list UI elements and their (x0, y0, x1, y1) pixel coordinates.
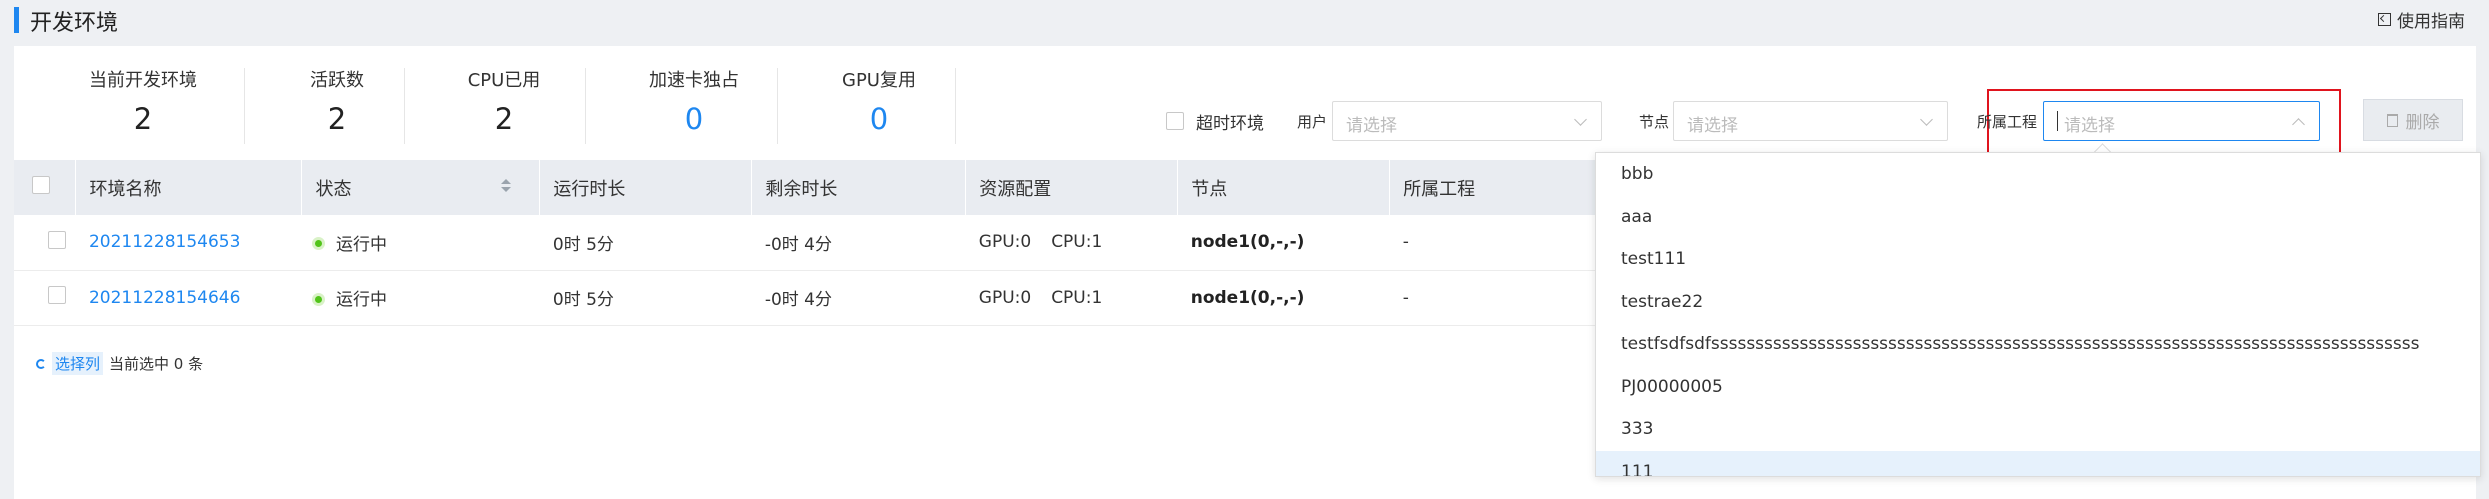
timeout-filter[interactable]: 超时环境 (1166, 101, 1264, 141)
timeout-checkbox[interactable] (1166, 112, 1184, 130)
stat-value: 0 (869, 102, 889, 136)
col-header-run-time: 运行时长 (539, 160, 753, 215)
stat-divider (777, 68, 778, 144)
stat-divider (244, 68, 245, 144)
row-checkbox[interactable] (48, 286, 66, 304)
stat-current-env: 当前开发环境 2 (60, 66, 226, 136)
node-cell: node1(0,-,-) (1177, 270, 1390, 326)
run-time-cell: 0时 5分 (539, 215, 752, 271)
status-cell: 运行中 (301, 270, 540, 326)
user-select[interactable]: 请选择 (1332, 101, 1602, 141)
project-dropdown-menu: bbb aaa test111 testrae22 testfsdfsdfsss… (1595, 152, 2481, 477)
stat-label: GPU复用 (842, 70, 916, 91)
dropdown-option[interactable]: aaa (1596, 196, 2480, 239)
stat-active: 活跃数 2 (282, 66, 392, 136)
stat-divider (585, 68, 586, 144)
text-cursor (2057, 111, 2058, 131)
select-columns-link[interactable]: 选择列 (52, 352, 104, 375)
status-dot-icon (314, 240, 322, 248)
stat-divider (955, 68, 956, 144)
env-name-link[interactable]: 20211228154646 (75, 270, 302, 326)
status-dot-icon (314, 295, 322, 303)
refresh-icon[interactable] (36, 358, 46, 369)
stat-value: 2 (327, 102, 347, 136)
stat-value: 2 (133, 102, 153, 136)
title-accent-bar (14, 7, 19, 33)
page-header: 开发环境 使用指南 (0, 0, 2489, 40)
chevron-up-icon (2292, 118, 2305, 131)
stat-value: 2 (494, 102, 514, 136)
col-header-status[interactable]: 状态 (301, 160, 541, 215)
node-select[interactable]: 请选择 (1673, 101, 1948, 141)
delete-button[interactable]: 删除 (2363, 99, 2463, 141)
row-select[interactable] (14, 270, 76, 326)
status-cell: 运行中 (301, 215, 540, 271)
project-filter-label-wrap: 所属工程 (1977, 101, 2037, 141)
stat-label: 当前开发环境 (89, 70, 197, 91)
select-all-checkbox[interactable] (32, 176, 50, 194)
dropdown-option[interactable]: testfsdfsdfsssssssssssssssssssssssssssss… (1596, 323, 2480, 366)
chevron-down-icon (1920, 113, 1933, 126)
env-name-link[interactable]: 20211228154653 (75, 215, 302, 271)
stat-accel-exclusive: 加速卡独占 0 (614, 66, 774, 136)
stat-value: 0 (684, 102, 704, 136)
stat-label: CPU已用 (467, 70, 541, 91)
node-cell: node1(0,-,-) (1177, 215, 1390, 271)
resource-cell: GPU:0 CPU:1 (965, 270, 1178, 326)
guide-link[interactable]: 使用指南 (2378, 7, 2465, 32)
chevron-down-icon (1574, 113, 1587, 126)
project-select[interactable]: 请选择 (2043, 101, 2320, 141)
row-select[interactable] (14, 215, 76, 271)
run-time-cell: 0时 5分 (539, 270, 752, 326)
remain-time-cell: -0时 4分 (751, 270, 966, 326)
col-header-name: 环境名称 (75, 160, 303, 215)
timeout-label: 超时环境 (1196, 113, 1264, 134)
col-header-node: 节点 (1177, 160, 1391, 215)
guide-label: 使用指南 (2397, 12, 2465, 32)
stat-label: 加速卡独占 (649, 70, 739, 91)
col-header-status-label: 状态 (315, 178, 352, 200)
user-filter-label-wrap: 用户 (1297, 101, 1327, 141)
dropdown-option[interactable]: testrae22 (1596, 281, 2480, 324)
dropdown-option[interactable]: 333 (1596, 408, 2480, 451)
node-select-placeholder: 请选择 (1687, 116, 1738, 136)
stat-gpu-shared: GPU复用 0 (804, 66, 954, 136)
node-filter-label-wrap: 节点 (1639, 101, 1669, 141)
status-text: 运行中 (335, 290, 387, 310)
table-footer: 选择列 当前选中 0 条 (36, 352, 203, 375)
col-header-remain-time: 剩余时长 (751, 160, 967, 215)
selected-count: 当前选中 0 条 (109, 355, 204, 373)
resource-cell: GPU:0 CPU:1 (965, 215, 1178, 271)
status-text: 运行中 (335, 234, 387, 255)
cpu-value: CPU:1 (1051, 287, 1103, 308)
dropdown-option[interactable]: bbb (1596, 153, 2480, 196)
cpu-value: CPU:1 (1051, 232, 1103, 253)
project-select-placeholder: 请选择 (2064, 116, 2115, 136)
sort-icon[interactable] (501, 178, 512, 193)
node-filter-label: 节点 (1639, 112, 1670, 131)
col-header-resources: 资源配置 (965, 160, 1179, 215)
remain-time-cell: -0时 4分 (751, 215, 966, 271)
stat-cpu-used: CPU已用 2 (434, 66, 574, 136)
stat-divider (404, 68, 405, 144)
project-filter-label: 所属工程 (1977, 112, 2038, 131)
delete-label: 删除 (2405, 112, 2440, 133)
header-select-all[interactable] (14, 160, 77, 215)
row-checkbox[interactable] (48, 230, 66, 249)
dropdown-option[interactable]: PJ00000005 (1596, 366, 2480, 409)
page-title: 开发环境 (30, 11, 119, 36)
user-filter-label: 用户 (1297, 112, 1328, 131)
gpu-value: GPU:0 (978, 287, 1032, 308)
dropdown-option[interactable]: 111 (1596, 450, 2480, 476)
dropdown-option[interactable]: test111 (1596, 238, 2480, 281)
external-link-icon (2378, 13, 2391, 26)
user-select-placeholder: 请选择 (1346, 116, 1397, 136)
gpu-value: GPU:0 (978, 232, 1032, 253)
trash-icon (2386, 113, 2398, 127)
stat-label: 活跃数 (310, 70, 364, 91)
